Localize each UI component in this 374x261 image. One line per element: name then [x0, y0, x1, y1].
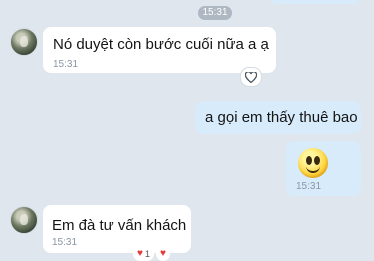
- outgoing-sticker-bubble[interactable]: 15:31: [286, 141, 361, 196]
- reaction-bar[interactable]: ♥ 1 ♥: [133, 247, 170, 261]
- reaction-count: 1: [144, 249, 150, 259]
- incoming-message-bubble[interactable]: Em đà tư vấn khách 15:31: [43, 205, 191, 253]
- message-time: 15:31: [53, 59, 79, 70]
- outgoing-message-bubble[interactable]: a gọi em thấy thuê bao: [195, 101, 361, 134]
- message-text: Nó duyệt còn bước cuối nữa a ạ: [53, 36, 269, 53]
- smiley-mouth: [306, 164, 320, 173]
- contact-avatar[interactable]: [10, 28, 38, 56]
- heart-outline-icon: [245, 71, 257, 83]
- heart-reaction[interactable]: ♥ 1: [133, 247, 154, 261]
- react-button[interactable]: [240, 67, 262, 87]
- incoming-message-bubble[interactable]: Nó duyệt còn bước cuối nữa a ạ 15:31: [43, 27, 276, 73]
- contact-avatar[interactable]: [10, 206, 38, 234]
- heart-icon: ♥: [159, 248, 166, 259]
- heart-reaction-button[interactable]: ♥: [155, 247, 170, 261]
- timestamp-chip: 15:31: [198, 6, 232, 20]
- smiley-sticker: [298, 148, 328, 178]
- heart-icon: ♥: [137, 248, 143, 259]
- message-time: 15:31: [52, 237, 78, 248]
- message-text: Em đà tư vấn khách: [52, 217, 187, 234]
- message-time: 15:31: [296, 181, 322, 192]
- message-text: a gọi em thấy thuê bao: [205, 109, 358, 126]
- previous-outgoing-bubble: [270, 0, 360, 4]
